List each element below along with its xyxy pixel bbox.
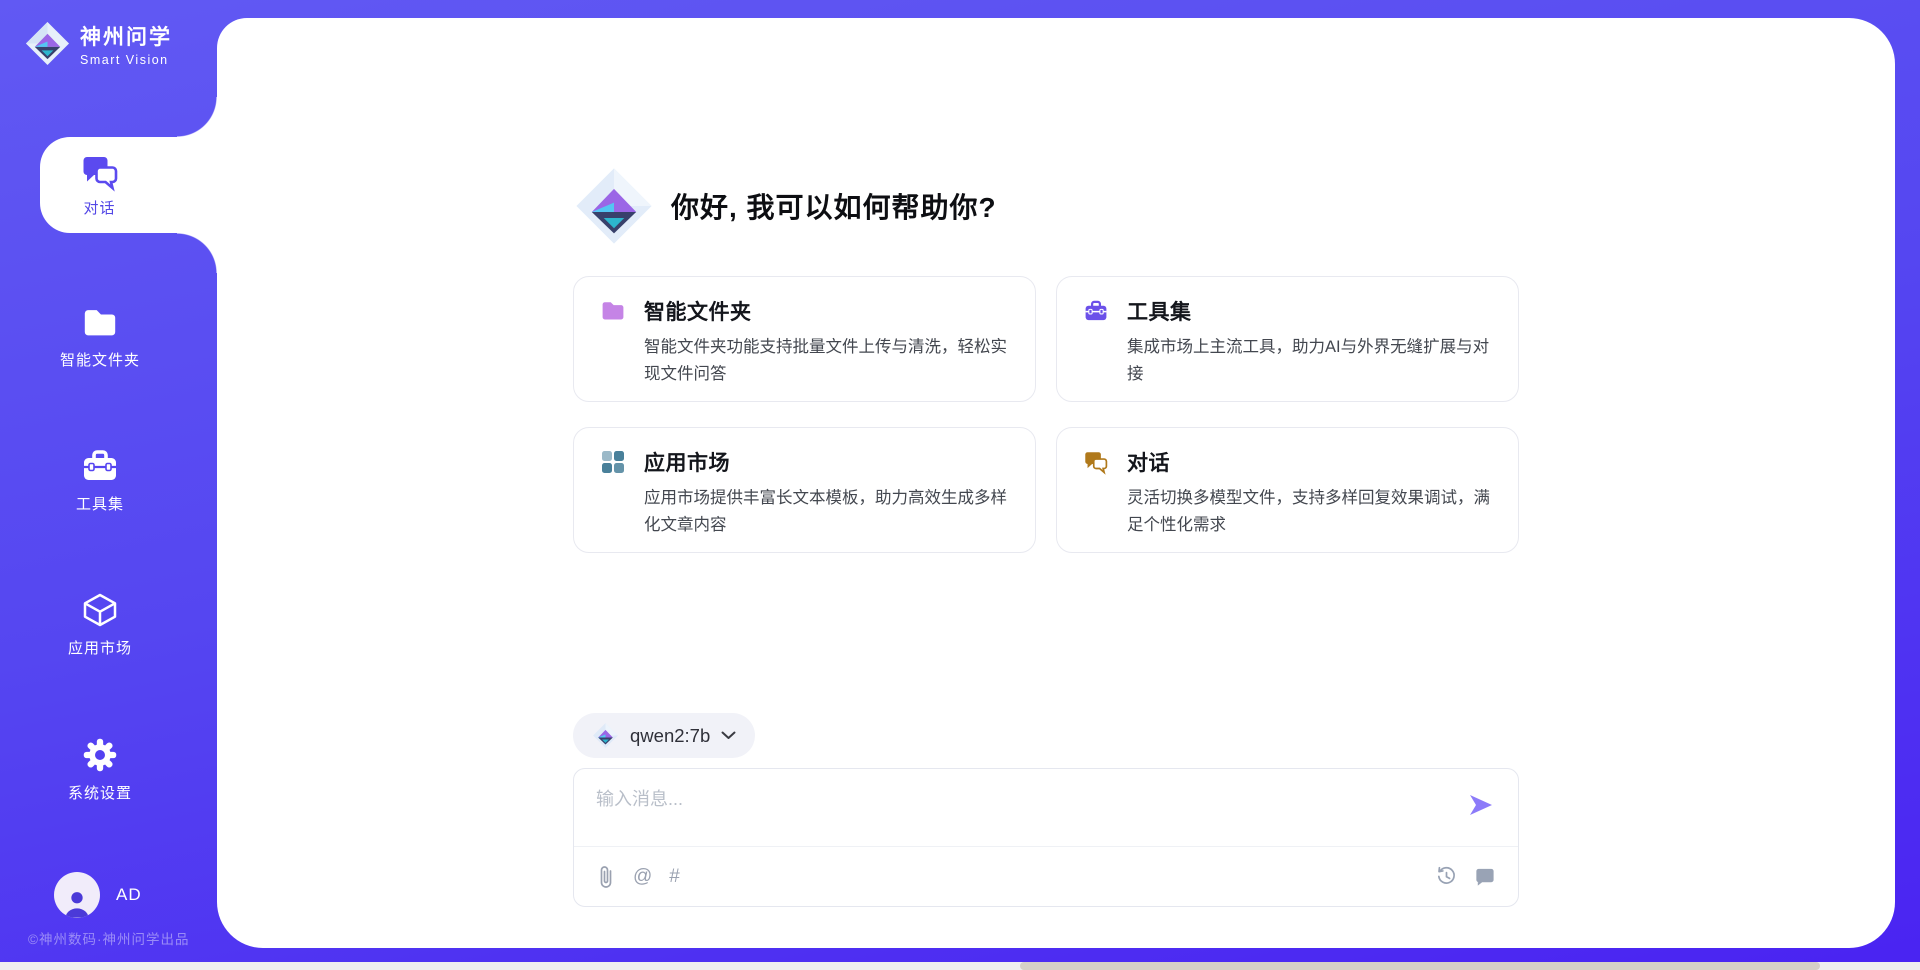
card-chat[interactable]: 对话 灵活切换多模型文件，支持多样回复效果调试，满足个性化需求 [1056,427,1519,553]
folder-icon [81,304,119,342]
composer-toolbar: @ # [574,846,1518,906]
logo-title: 神州问学 [80,21,172,51]
chat-bubbles-icon [1083,449,1109,475]
sidebar-item-label: 对话 [83,197,115,218]
hashtag-icon[interactable]: # [669,867,680,886]
card-description: 智能文件夹功能支持批量文件上传与清洗，轻松实现文件问答 [644,334,1011,388]
briefcase-icon [80,446,120,486]
model-selector[interactable]: qwen2:7b [573,713,755,758]
horizontal-scrollbar[interactable] [0,962,1920,970]
sidebar-item-chat[interactable]: 对话 [40,137,217,233]
app-logo: 神州问学 Smart Vision [24,20,172,67]
sidebar-item-smart-folder[interactable]: 智能文件夹 [0,304,200,370]
grid-icon [600,449,626,475]
card-description: 集成市场上主流工具，助力AI与外界无缝扩展与对接 [1127,334,1494,388]
card-app-market[interactable]: 应用市场 应用市场提供丰富长文本模板，助力高效生成多样化文章内容 [573,427,1036,553]
app-background: 你好, 我可以如何帮助你? 智能文件夹 智能文件夹功能支持批量文件上传与清洗，轻… [0,0,1920,970]
avatar[interactable] [54,872,100,918]
briefcase-icon [1083,298,1109,324]
brand-diamond-logo [573,165,655,247]
model-diamond-icon [592,722,619,749]
card-title: 智能文件夹 [644,296,752,326]
logo-diamond-icon [24,20,71,67]
greeting-title: 你好, 我可以如何帮助你? [671,186,997,226]
gear-icon [80,735,120,775]
card-title: 应用市场 [644,447,730,477]
sidebar: 神州问学 Smart Vision 对话 智能文件夹 [0,0,217,962]
card-toolset[interactable]: 工具集 集成市场上主流工具，助力AI与外界无缝扩展与对接 [1056,276,1519,402]
card-smart-folder[interactable]: 智能文件夹 智能文件夹功能支持批量文件上传与清洗，轻松实现文件问答 [573,276,1036,402]
feature-cards: 智能文件夹 智能文件夹功能支持批量文件上传与清洗，轻松实现文件问答 [573,276,1519,553]
card-description: 灵活切换多模型文件，支持多样回复效果调试，满足个性化需求 [1127,485,1494,539]
folder-icon [600,298,626,324]
sidebar-item-toolset[interactable]: 工具集 [0,446,200,514]
mention-icon[interactable]: @ [633,867,652,886]
attachment-icon[interactable] [596,864,616,890]
sidebar-item-label: 应用市场 [68,637,132,658]
sidebar-item-label: 智能文件夹 [60,349,140,370]
chat-bubbles-icon [80,152,120,192]
sidebar-item-settings[interactable]: 系统设置 [0,735,200,803]
copyright-footer: ©神州数码·神州问学出品 [28,928,189,948]
chevron-down-icon [721,731,736,740]
sidebar-item-label: 工具集 [76,493,124,514]
card-title: 对话 [1127,447,1170,477]
greeting-block: 你好, 我可以如何帮助你? [573,165,997,247]
logo-subtitle: Smart Vision [80,53,172,67]
message-composer: @ # [573,768,1519,907]
message-input[interactable] [596,785,1436,841]
model-name: qwen2:7b [630,725,710,747]
feedback-bubble-icon[interactable] [1473,865,1496,888]
main-panel: 你好, 我可以如何帮助你? 智能文件夹 智能文件夹功能支持批量文件上传与清洗，轻… [217,18,1895,948]
sidebar-item-app-market[interactable]: 应用市场 [0,590,200,658]
card-description: 应用市场提供丰富长文本模板，助力高效生成多样化文章内容 [644,485,1011,539]
user-name: AD [116,885,142,905]
history-icon[interactable] [1435,865,1458,888]
send-icon[interactable] [1466,791,1494,819]
sidebar-item-label: 系统设置 [68,782,132,803]
cube-icon [80,590,120,630]
card-title: 工具集 [1127,296,1192,326]
scrollbar-thumb[interactable] [1020,962,1820,970]
user-account[interactable]: AD [54,872,142,918]
